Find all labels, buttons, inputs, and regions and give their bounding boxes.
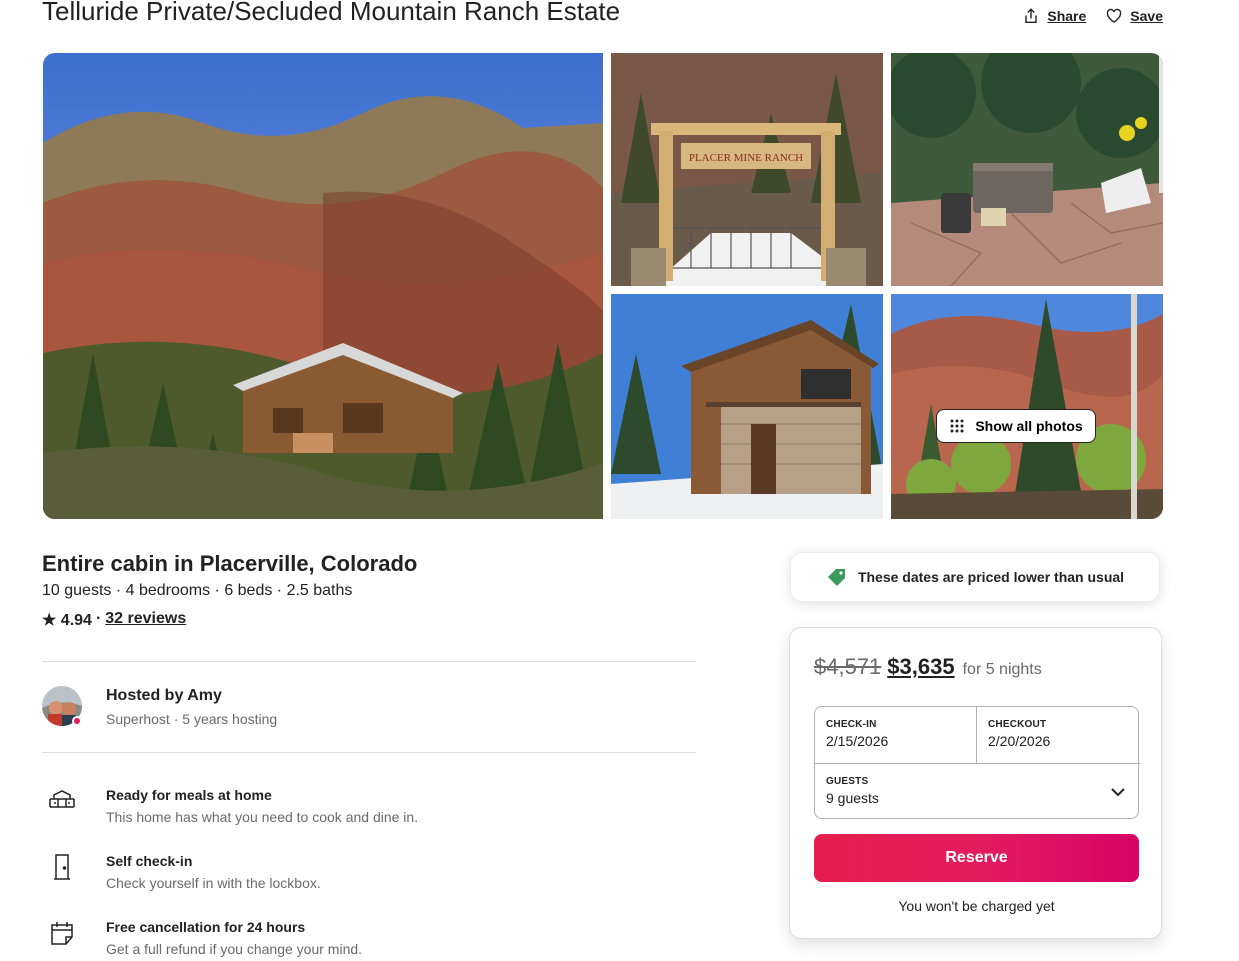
highlight-title: Ready for meals at home [106,787,272,803]
door-icon [54,854,70,880]
calendar-icon [51,922,73,945]
photo-patio-hot-tub[interactable] [891,53,1163,286]
rating-row: ★ 4.94 · 32 reviews [42,610,186,630]
highlight-desc: Check yourself in with the lockbox. [106,875,321,891]
photo-house-exterior[interactable] [611,294,883,519]
listing-type-heading: Entire cabin in Placerville, Colorado [42,551,418,576]
checkin-value: 2/15/2026 [826,733,889,749]
save-label: Save [1130,8,1163,24]
guests-label: GUESTS [826,776,869,787]
no-charge-note: You won't be charged yet [898,898,1055,914]
divider [42,752,696,753]
share-button[interactable]: Share [1023,8,1086,24]
host-name: Hosted by Amy [106,687,222,704]
checkout-field[interactable]: CHECKOUT 2/20/2026 [977,707,1140,763]
highlight-desc: Get a full refund if you change your min… [106,941,363,957]
photo-main-ranch-house[interactable] [43,53,603,519]
photo-trees-cliffs[interactable] [891,294,1163,519]
price-notice: These dates are priced lower than usual [790,552,1160,602]
host-subtitle: Superhost · 5 years hosting [106,711,278,727]
nights-label: for 5 nights [962,661,1042,678]
highlight-free-cancellation: Free cancellation for 24 hours Get a ful… [42,919,702,961]
gate-sign-text: PLACER MINE RANCH [689,152,803,164]
guests-select[interactable]: GUESTS 9 guests [815,763,1140,820]
highlight-title: Free cancellation for 24 hours [106,919,306,935]
checkin-field[interactable]: CHECK-IN 2/15/2026 [815,707,977,763]
date-guest-picker: CHECK-IN 2/15/2026 CHECKOUT 2/20/2026 GU… [814,706,1140,820]
page-title: Telluride Private/Secluded Mountain Ranc… [42,0,621,26]
kitchen-icon [49,790,75,808]
show-all-photos-button[interactable]: Show all photos [936,409,1096,443]
chevron-down-icon [1111,788,1125,797]
price-row: $4,571 $3,635 for 5 nights [814,654,1042,680]
grid-dots-icon [950,419,964,433]
divider [42,661,696,662]
photo-gallery: PLACER MINE RANCH [43,53,1163,519]
superhost-badge [72,716,82,726]
highlight-title: Self check-in [106,853,193,869]
highlight-kitchen: Ready for meals at home This home has wh… [42,787,702,837]
price-tag-icon [827,569,845,586]
guests-value: 9 guests [826,790,879,806]
booking-card: $4,571 $3,635 for 5 nights CHECK-IN 2/15… [789,627,1162,939]
reviews-link[interactable]: 32 reviews [105,610,186,630]
price-notice-text: These dates are priced lower than usual [857,569,1125,585]
rating-value: ★ 4.94 [42,612,92,629]
highlight-desc: This home has what you need to cook and … [106,809,419,825]
listing-facts: 10 guests · 4 bedrooms · 6 beds · 2.5 ba… [42,582,353,599]
current-price[interactable]: $3,635 [887,654,954,680]
checkout-label: CHECKOUT [988,719,1047,730]
heart-icon [1107,8,1122,23]
share-label: Share [1047,8,1087,24]
checkin-label: CHECK-IN [826,719,877,730]
header-actions: Share Save [1023,8,1163,24]
highlight-self-check-in: Self check-in Check yourself in with the… [42,853,702,903]
show-all-photos-label: Show all photos [975,418,1083,434]
reserve-button[interactable]: Reserve [814,834,1139,882]
original-price: $4,571 [814,654,882,679]
share-icon [1025,8,1038,23]
checkout-value: 2/20/2026 [988,733,1051,749]
rating-separator: · [95,610,102,627]
save-button[interactable]: Save [1106,8,1163,24]
photo-ranch-gate[interactable]: PLACER MINE RANCH [611,53,883,286]
